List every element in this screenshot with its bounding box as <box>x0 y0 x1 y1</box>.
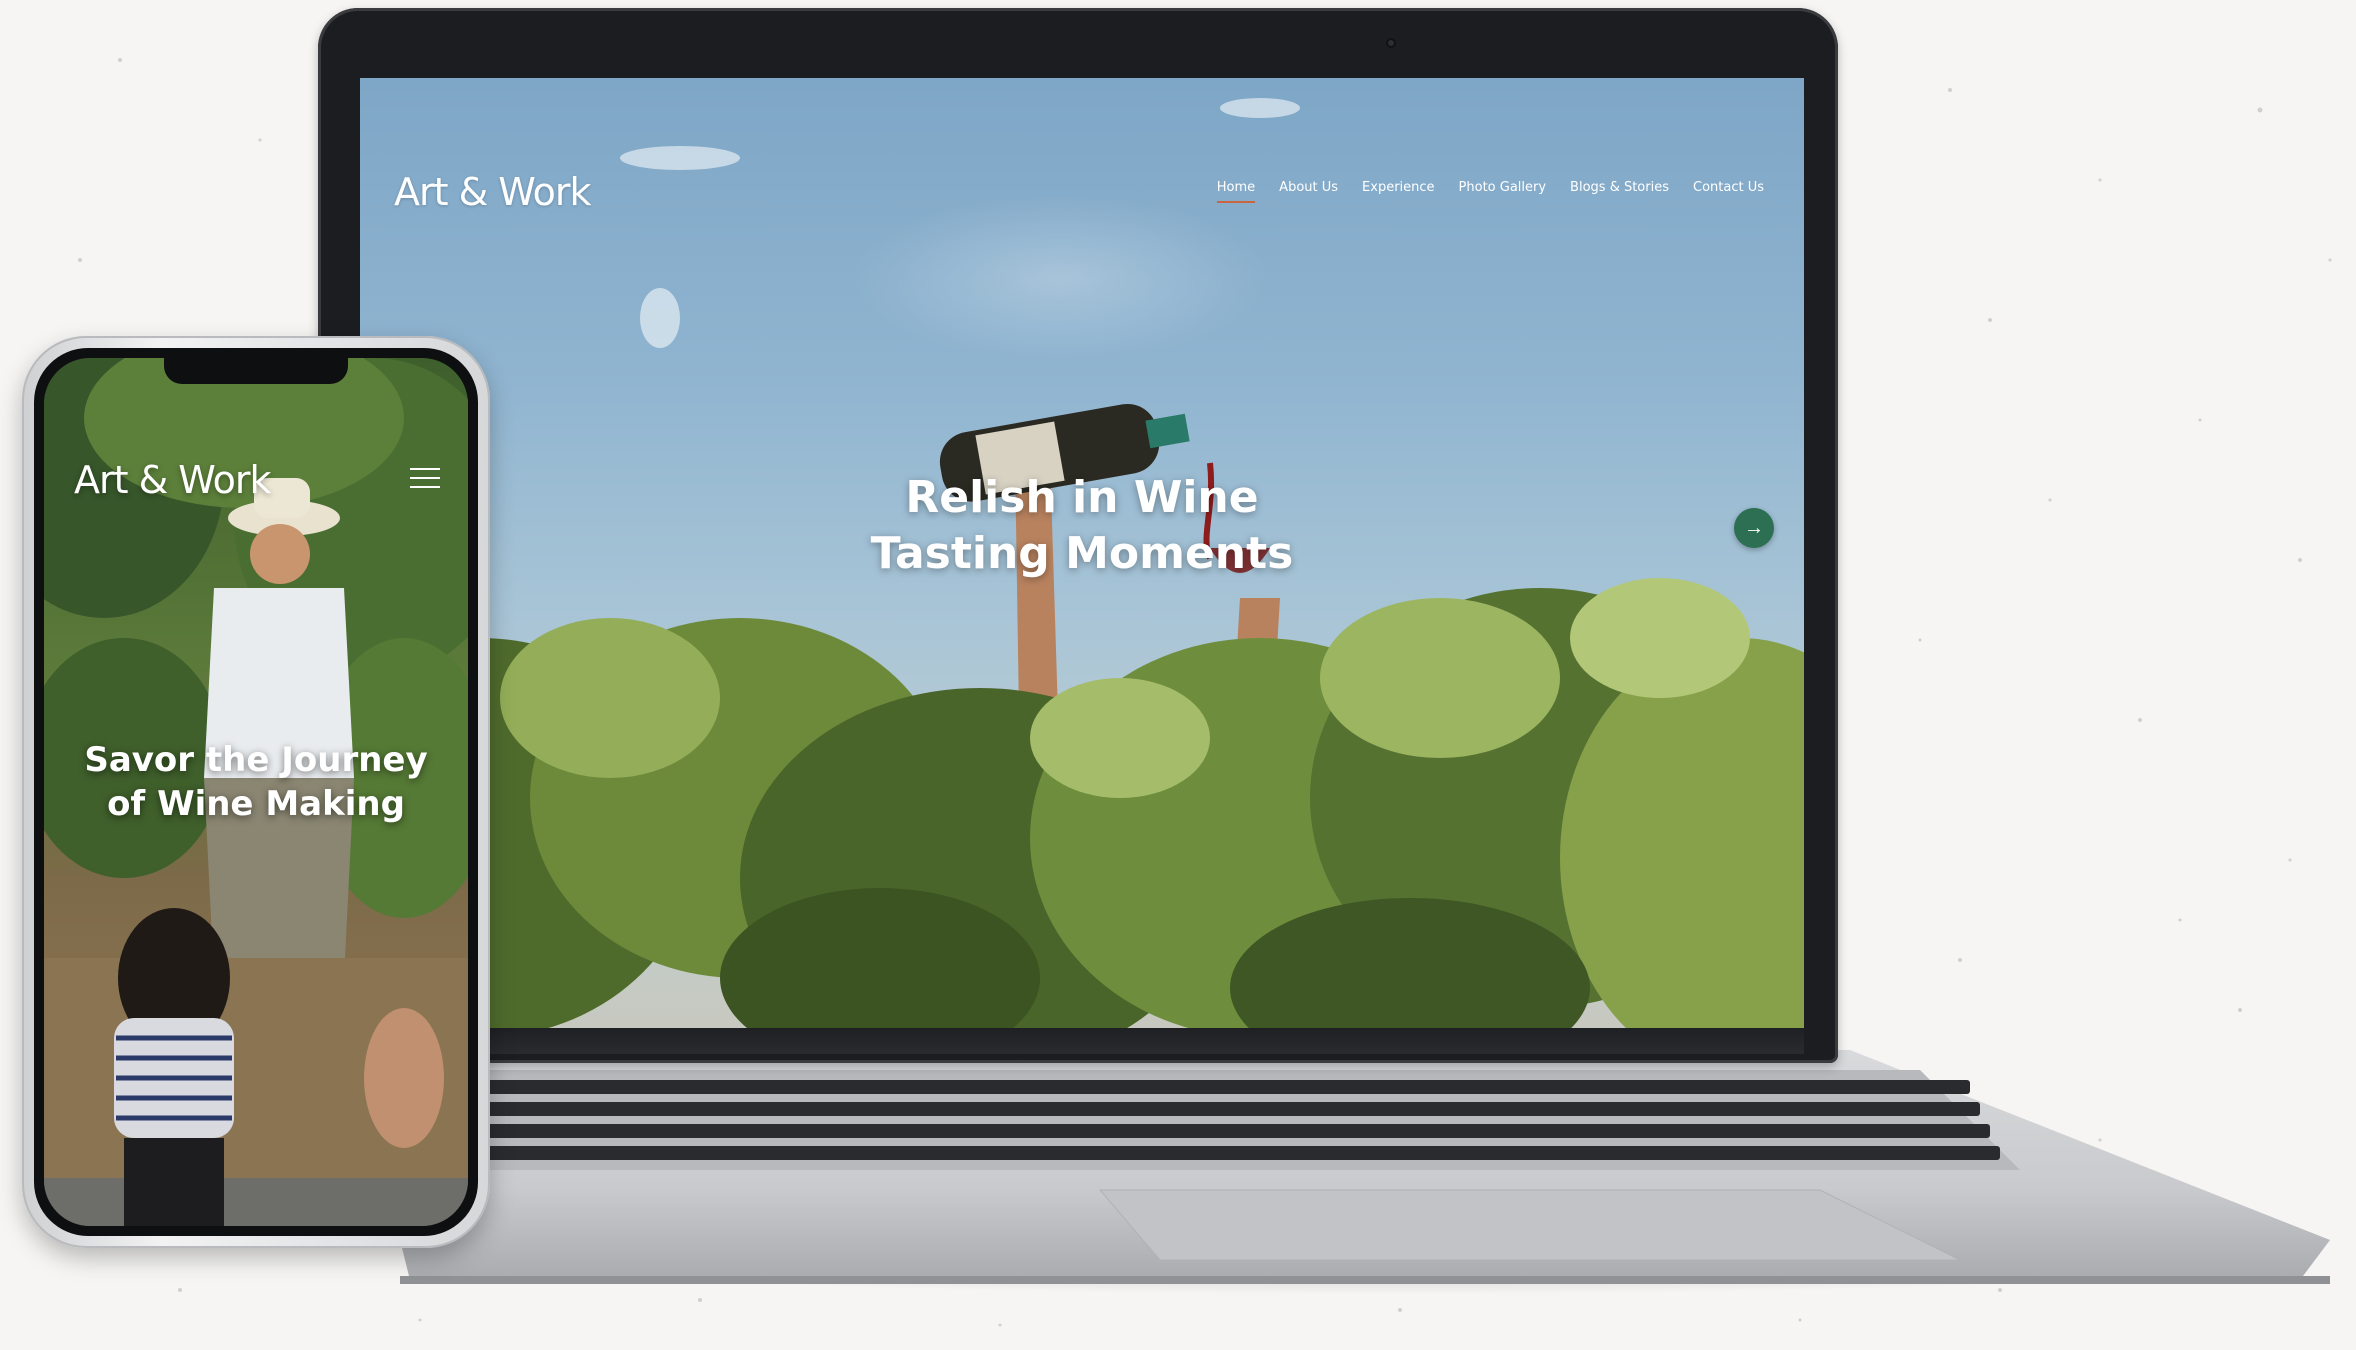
mobile-hero-title-line-2: of Wine Making <box>107 784 405 824</box>
laptop-hinge <box>360 1028 1804 1054</box>
hero-title-line-2: Tasting Moments <box>870 528 1294 579</box>
desktop-website-screen: Art & Work Home About Us Experience Phot… <box>360 78 1804 1040</box>
slider-next-button[interactable]: → <box>1734 508 1774 548</box>
mobile-site-logo[interactable]: Art & Work <box>74 458 272 502</box>
smartphone: Art & Work Savor the Journey of Wine Mak… <box>22 336 490 1248</box>
main-navigation: Home About Us Experience Photo Gallery B… <box>1216 180 1764 203</box>
arrow-right-icon: → <box>1744 516 1764 539</box>
laptop-keyboard-base <box>400 1050 2330 1284</box>
hamburger-icon[interactable] <box>410 468 440 490</box>
mobile-hero-title: Savor the Journey of Wine Making <box>44 738 468 826</box>
nav-item-home[interactable]: Home <box>1216 180 1256 203</box>
camera-icon <box>1386 38 1396 48</box>
nav-item-about-us[interactable]: About Us <box>1279 180 1338 203</box>
mobile-website-screen: Art & Work Savor the Journey of Wine Mak… <box>44 358 468 1226</box>
hero-title-line-1: Relish in Wine <box>905 472 1259 523</box>
nav-item-blogs-stories[interactable]: Blogs & Stories <box>1570 180 1669 203</box>
phone-notch <box>164 358 348 384</box>
mobile-hero-title-line-1: Savor the Journey <box>84 740 428 780</box>
nav-item-photo-gallery[interactable]: Photo Gallery <box>1459 180 1547 203</box>
hero-title: Relish in Wine Tasting Moments <box>360 470 1804 582</box>
nav-item-contact-us[interactable]: Contact Us <box>1693 180 1764 203</box>
nav-item-experience[interactable]: Experience <box>1362 180 1435 203</box>
site-logo[interactable]: Art & Work <box>394 170 592 214</box>
